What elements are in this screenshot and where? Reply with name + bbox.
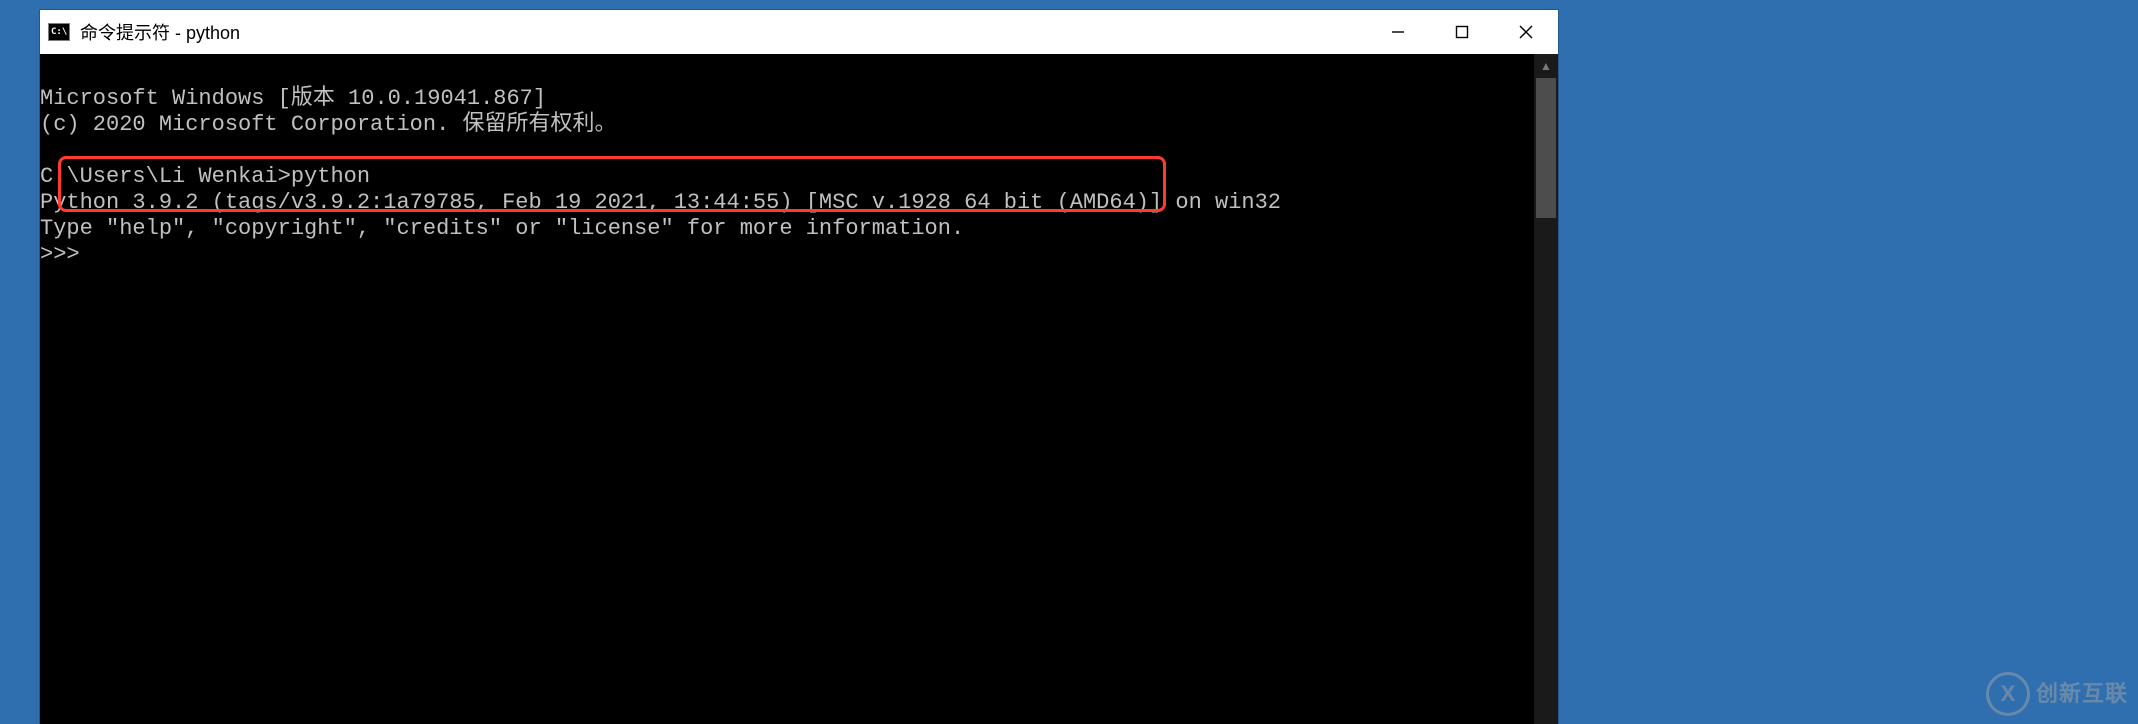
- close-button[interactable]: [1494, 10, 1558, 54]
- maximize-icon: [1455, 25, 1469, 39]
- blank-line: [40, 138, 1530, 164]
- titlebar[interactable]: 命令提示符 - python: [40, 10, 1558, 54]
- cmd-window: 命令提示符 - python Microsoft Windows [版本 10.…: [40, 10, 1558, 724]
- minimize-icon: [1391, 25, 1405, 39]
- terminal-line: Python 3.9.2 (tags/v3.9.2:1a79785, Feb 1…: [40, 190, 1281, 215]
- terminal-prompt: >>>: [40, 242, 80, 267]
- watermark: X 创新互联: [1986, 672, 2128, 716]
- cmd-app-icon: [48, 23, 70, 41]
- terminal-output[interactable]: Microsoft Windows [版本 10.0.19041.867] (c…: [40, 54, 1534, 724]
- watermark-badge-icon: X: [1986, 672, 2030, 716]
- watermark-text: 创新互联: [2036, 683, 2128, 705]
- maximize-button[interactable]: [1430, 10, 1494, 54]
- scroll-thumb[interactable]: [1536, 78, 1556, 218]
- minimize-button[interactable]: [1366, 10, 1430, 54]
- window-title: 命令提示符 - python: [80, 19, 240, 45]
- scrollbar[interactable]: ▲: [1534, 54, 1558, 724]
- close-icon: [1518, 24, 1534, 40]
- terminal-line: Type "help", "copyright", "credits" or "…: [40, 216, 964, 241]
- window-controls: [1366, 10, 1558, 54]
- terminal-line: Microsoft Windows [版本 10.0.19041.867]: [40, 86, 546, 111]
- terminal-line: (c) 2020 Microsoft Corporation. 保留所有权利。: [40, 112, 616, 137]
- terminal-line: C:\Users\Li Wenkai>python: [40, 164, 370, 189]
- watermark-badge-letter: X: [2001, 683, 2016, 705]
- terminal-area: Microsoft Windows [版本 10.0.19041.867] (c…: [40, 54, 1558, 724]
- scroll-up-arrow-icon[interactable]: ▲: [1534, 54, 1558, 78]
